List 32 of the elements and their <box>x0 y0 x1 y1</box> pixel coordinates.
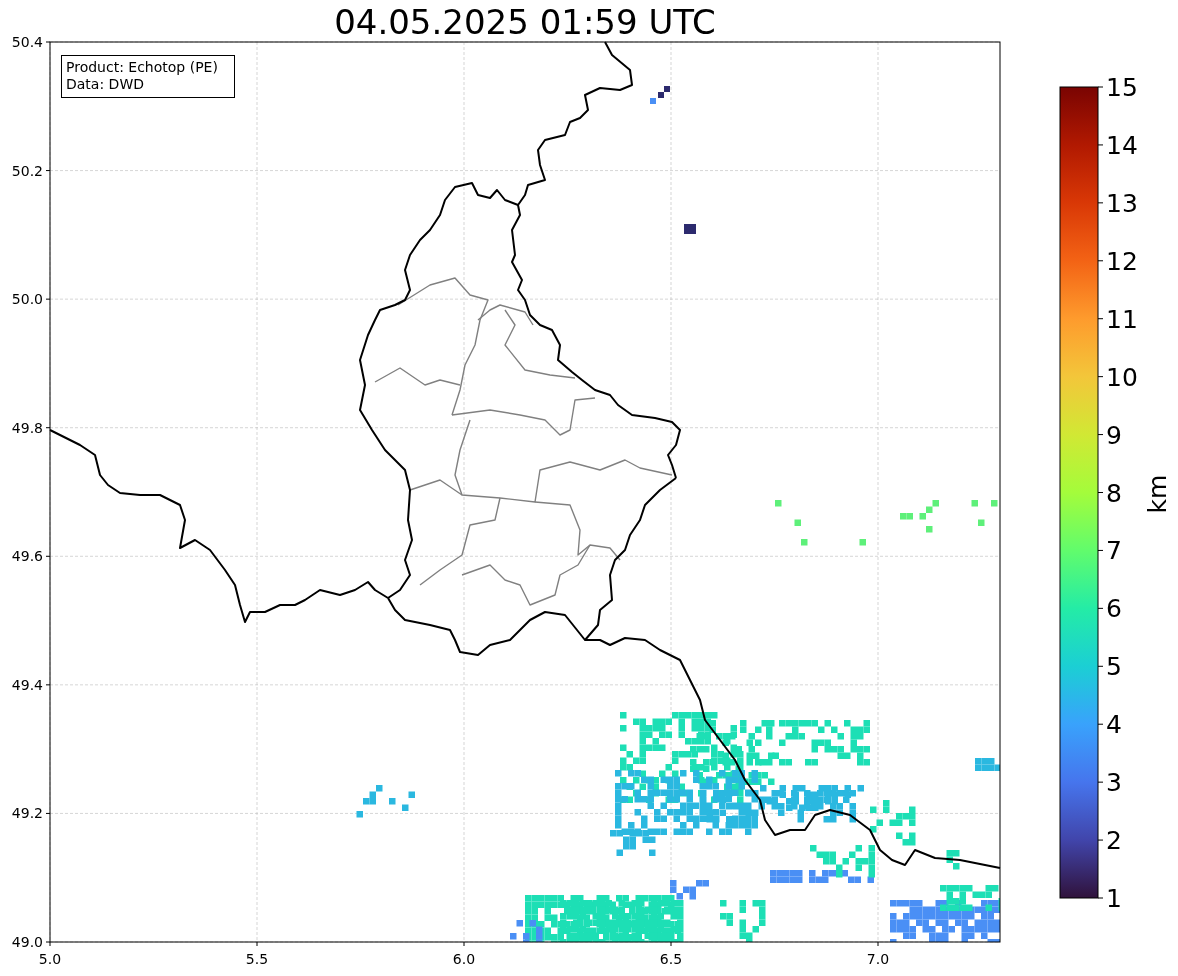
colorbar-tick-label: 15 <box>1106 73 1138 102</box>
colorbar-tick-label: 4 <box>1106 710 1122 740</box>
x-tick-label: 7.0 <box>866 951 890 967</box>
colorbar-tick-label: 7 <box>1106 536 1122 566</box>
x-tick-label: 6.0 <box>452 951 476 967</box>
colorbar-tick-label: 10 <box>1106 362 1138 392</box>
colorbar-tick-label: 2 <box>1106 826 1122 856</box>
y-tick-label: 49.0 <box>11 934 43 950</box>
info-text: Product: Echotop (PE) <box>66 59 218 75</box>
y-tick-label: 49.4 <box>11 676 43 693</box>
colorbar-tick-label: 1 <box>1106 884 1122 913</box>
y-tick-label: 49.2 <box>11 805 43 822</box>
x-tick-label: 5.0 <box>38 951 62 967</box>
y-tick-label: 49.6 <box>11 548 43 565</box>
colorbar-tick-label: 6 <box>1106 594 1122 624</box>
colorbar-tick-label: 13 <box>1106 188 1138 218</box>
x-tick-label: 6.5 <box>659 951 683 967</box>
colorbar-label: km <box>1143 474 1172 514</box>
colorbar-tick-label: 5 <box>1106 652 1122 682</box>
y-tick-label: 50.4 <box>11 34 43 50</box>
y-tick-label: 49.8 <box>11 419 43 436</box>
colorbar-tick-label: 9 <box>1106 420 1122 450</box>
colorbar-tick-label: 14 <box>1106 130 1138 160</box>
x-tick-label: 5.5 <box>245 951 269 967</box>
chart-title: 04.05.2025 01:59 UTC <box>334 2 716 42</box>
y-tick-label: 50.0 <box>11 291 43 308</box>
y-tick-label: 50.2 <box>11 162 43 179</box>
colorbar-tick-label: 3 <box>1106 768 1122 798</box>
colorbar-tick-label: 12 <box>1106 246 1138 276</box>
colorbar-tick-label: 8 <box>1106 478 1122 508</box>
info-text: Data: DWD <box>66 76 144 92</box>
colorbar-tick-label: 11 <box>1106 304 1138 334</box>
